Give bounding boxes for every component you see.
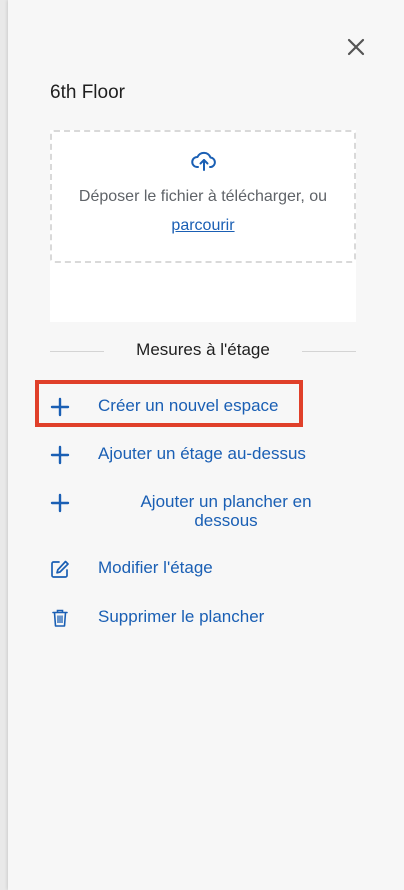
trash-icon <box>52 609 68 627</box>
edit-floor-label: Modifier l'étage <box>98 558 213 577</box>
add-floor-below-button[interactable]: Ajouter un plancher en dessous <box>50 490 356 536</box>
dropzone-text: Déposer le fichier à télécharger, ou <box>78 188 328 205</box>
delete-floor-button[interactable]: Supprimer le plancher <box>50 605 356 633</box>
plus-icon <box>50 493 70 513</box>
add-floor-above-label: Ajouter un étage au-dessus <box>98 444 306 463</box>
delete-floor-label: Supprimer le plancher <box>98 607 265 626</box>
panel-title: 6th Floor <box>50 82 125 103</box>
edit-floor-button[interactable]: Modifier l'étage <box>50 556 356 584</box>
add-floor-above-button[interactable]: Ajouter un étage au-dessus <box>50 442 356 470</box>
create-space-label: Créer un nouvel espace <box>98 396 279 415</box>
file-dropzone[interactable]: Déposer le fichier à télécharger, ou par… <box>50 130 356 263</box>
cloud-upload-icon <box>191 151 216 171</box>
create-space-button[interactable]: Créer un nouvel espace <box>50 394 356 422</box>
divider-right <box>302 351 356 352</box>
plus-icon <box>50 397 70 417</box>
add-floor-below-label: Ajouter un plancher en dessous <box>98 492 354 530</box>
edit-icon <box>51 560 69 578</box>
plus-icon <box>50 445 70 465</box>
upload-card: Déposer le fichier à télécharger, ou par… <box>50 130 356 322</box>
divider-left <box>50 351 104 352</box>
section-title: Mesures à l'étage <box>136 340 270 359</box>
browse-link[interactable]: parcourir <box>52 217 354 235</box>
side-panel: 6th Floor Déposer le fichier à télécharg… <box>8 0 404 890</box>
add-floor-below-label-line1: Ajouter un plancher en <box>140 492 312 511</box>
add-floor-below-label-line2: dessous <box>194 511 258 530</box>
close-icon[interactable] <box>345 36 367 58</box>
